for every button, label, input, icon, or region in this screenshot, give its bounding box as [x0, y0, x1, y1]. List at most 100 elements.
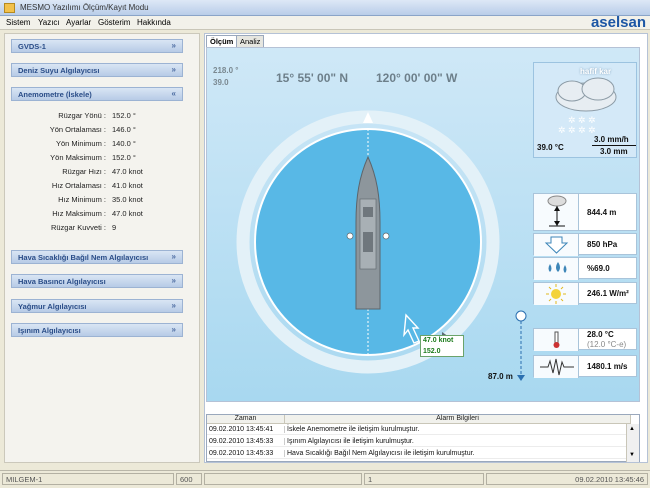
sea-temp-sub: (12.0 °C-e) — [587, 340, 627, 349]
altitude-icon — [534, 194, 579, 230]
col-zaman[interactable]: Zaman — [207, 415, 285, 424]
status-ship: MILGEM-1 — [2, 473, 174, 485]
chevron-up-icon: « — [171, 89, 176, 98]
alarm-row[interactable]: 09.02.2010 13:45:33 Hava Sıcaklığı Bağıl … — [207, 449, 631, 459]
anemo-value: 152.0 ° — [112, 111, 136, 120]
menu-yazici[interactable]: Yazıcı — [38, 18, 60, 27]
sensor-panel: GVDS-1 » Deniz Suyu Algılayıcısı » Anemome… — [4, 33, 200, 463]
menu-ayarlar[interactable]: Ayarlar — [66, 18, 91, 27]
svg-text:✲ ✲ ✲: ✲ ✲ ✲ — [568, 115, 596, 125]
anemo-row: Rüzgar Kuvveti : 9 — [11, 223, 183, 236]
alarm-time: 09.02.2010 13:45:33 — [209, 438, 285, 445]
rain-divider — [592, 145, 636, 146]
anemo-row: Yön Minimum : 140.0 ° — [11, 139, 183, 152]
svg-text:✲ ✲ ✲ ✲: ✲ ✲ ✲ ✲ — [558, 125, 596, 135]
sound-speed-box: 1480.1 m/s — [533, 355, 637, 378]
altitude-value: 844.4 m — [587, 208, 617, 217]
alarm-scrollbar[interactable]: ▲ ▼ — [626, 424, 639, 462]
window-title: MESMO Yazılımı Ölçüm/Kayıt Modu — [20, 3, 149, 12]
anemo-label: Rüzgar Yönü : — [58, 111, 106, 120]
wind-speed: 47.0 knot — [423, 337, 454, 344]
chevron-down-icon: » — [171, 41, 176, 50]
status-empty-1 — [204, 473, 362, 485]
humidity-box: %69.0 — [533, 257, 637, 280]
anemo-label: Rüzgar Kuvveti : — [50, 223, 106, 232]
snow-cloud-icon: ✲ ✲ ✲ ✲ ✲ ✲ ✲ — [555, 77, 617, 135]
tab-analiz[interactable]: Analiz — [236, 35, 265, 47]
pressure-icon — [534, 234, 579, 256]
anemo-value: 47.0 knot — [112, 209, 143, 218]
sound-speed-value: 1480.1 m/s — [587, 362, 628, 371]
anemo-value: 146.0 ° — [112, 125, 136, 134]
scroll-up-icon[interactable]: ▲ — [629, 426, 635, 432]
air-temperature: 39.0 °C — [537, 143, 564, 152]
wind-readout: 47.0 knot 152.0 — [420, 335, 464, 357]
anemo-label: Rüzgar Hızı : — [62, 167, 106, 176]
alarm-message: Hava Sıcaklığı Bağıl Nem Algılayıcısı il… — [287, 450, 475, 457]
anemo-label: Hız Ortalaması : — [51, 181, 106, 190]
anemo-value: 152.0 ° — [112, 153, 136, 162]
alarm-time: 09.02.2010 13:45:41 — [209, 426, 285, 433]
starboard-sensor-marker — [382, 232, 390, 240]
menu-sistem[interactable]: Sistem — [6, 18, 30, 27]
sea-temp-value: 28.0 °C — [587, 330, 614, 339]
chevron-down-icon: » — [171, 65, 176, 74]
altitude-box: 844.4 m — [533, 193, 637, 231]
panel-deniz[interactable]: Deniz Suyu Algılayıcısı » — [11, 63, 183, 77]
sun-icon — [534, 283, 579, 305]
anemo-value: 41.0 knot — [112, 181, 143, 190]
panel-gvds-label: GVDS-1 — [18, 42, 46, 51]
pressure-value: 850 hPa — [587, 240, 618, 249]
anemo-label: Hız Maksimum : — [52, 209, 106, 218]
alarm-message: İskele Anemometre ile iletişim kurulmuşt… — [287, 426, 420, 433]
thermometer-icon — [534, 329, 579, 351]
humidity-icon — [534, 258, 579, 280]
anemo-label: Yön Maksimum : — [50, 153, 106, 162]
anemo-value: 140.0 ° — [112, 139, 136, 148]
app-icon — [4, 3, 15, 13]
radiation-box: 246.1 W/m² — [533, 282, 637, 305]
panel-anemometre[interactable]: Anemometre (İskele) « — [11, 87, 183, 101]
panel-yagmur-label: Yağmur Algılayıcısı — [18, 302, 87, 311]
status-bar: MILGEM-1 600 1 09.02.2010 13:45:46 — [0, 470, 650, 486]
anemo-value: 47.0 knot — [112, 167, 143, 176]
anemo-row: Rüzgar Hızı : 47.0 knot — [11, 167, 183, 180]
weather-box: hafif kar ✲ ✲ ✲ ✲ ✲ ✲ ✲ 39.0 °C 3.0 mm/h… — [533, 62, 637, 158]
rain-amount: 3.0 mm — [600, 147, 628, 156]
anemo-label: Hız Minimum : — [58, 195, 106, 204]
panel-gvds[interactable]: GVDS-1 » — [11, 39, 183, 53]
anemo-row: Hız Maksimum : 47.0 knot — [11, 209, 183, 222]
alarm-message: Işınım Algılayıcısı ile iletişim kurulmu… — [287, 438, 414, 445]
col-alarm-bilgileri[interactable]: Alarm Bilgileri — [285, 415, 631, 424]
scroll-down-icon[interactable]: ▼ — [629, 452, 635, 458]
radiation-value: 246.1 W/m² — [587, 289, 629, 298]
panel-yagmur[interactable]: Yağmur Algılayıcısı » — [11, 299, 183, 313]
tab-olcum[interactable]: Ölçüm — [206, 35, 238, 47]
status-datetime: 09.02.2010 13:45:46 — [486, 473, 648, 485]
anemo-row: Hız Minimum : 35.0 knot — [11, 195, 183, 208]
panel-hava-basinc[interactable]: Hava Basıncı Algılayıcısı » — [11, 274, 183, 288]
chevron-down-icon: » — [171, 252, 176, 261]
anemo-value: 9 — [112, 223, 117, 232]
panel-isinim-label: Işınım Algılayıcısı — [18, 326, 81, 335]
chevron-down-icon: » — [171, 301, 176, 310]
alarm-row[interactable]: 09.02.2010 13:45:33 Işınım Algılayıcısı i… — [207, 437, 631, 447]
depth-value: 87.0 m — [488, 372, 513, 381]
sea-temp-box: 28.0 °C (12.0 °C-e) — [533, 328, 637, 351]
panel-hava-basinc-label: Hava Basıncı Algılayıcısı — [18, 277, 106, 286]
panel-isinim[interactable]: Işınım Algılayıcısı » — [11, 323, 183, 337]
menu-hakkinda[interactable]: Hakkında — [137, 18, 171, 27]
anemo-label: Yön Ortalaması : — [49, 125, 106, 134]
chevron-down-icon: » — [171, 276, 176, 285]
depth-gauge — [515, 310, 527, 381]
panel-hava-nem-label: Hava Sıcaklığı Bağıl Nem Algılayıcısı — [18, 253, 149, 262]
humidity-value: %69.0 — [587, 264, 610, 273]
panel-anemo-label: Anemometre (İskele) — [18, 90, 92, 99]
menu-gosterim[interactable]: Gösterim — [98, 18, 130, 27]
alarm-row[interactable]: 09.02.2010 13:45:41 İskele Anemometre ile… — [207, 425, 631, 435]
aselsan-logo: aselsan — [590, 14, 646, 31]
alarm-list: Zaman Alarm Bilgileri 09.02.2010 13:45:4… — [206, 414, 640, 462]
pressure-box: 850 hPa — [533, 233, 637, 256]
panel-hava-nem[interactable]: Hava Sıcaklığı Bağıl Nem Algılayıcısı » — [11, 250, 183, 264]
chevron-down-icon: » — [171, 325, 176, 334]
